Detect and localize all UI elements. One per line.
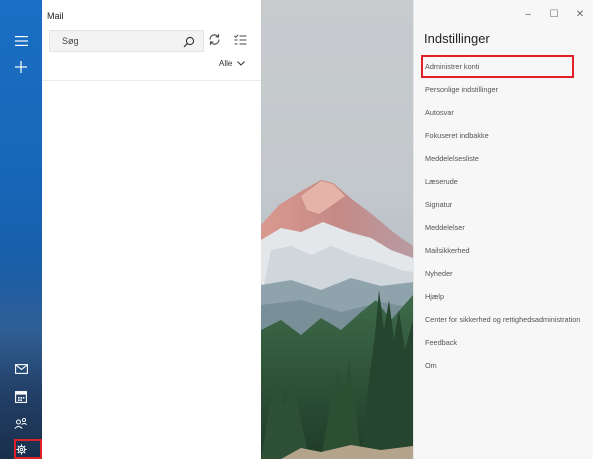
settings-item-about[interactable]: Om [414, 354, 593, 377]
search-icon[interactable] [183, 35, 195, 53]
new-mail-icon[interactable] [0, 54, 42, 80]
settings-item-notifications[interactable]: Meddelelser [414, 216, 593, 239]
settings-item-signature[interactable]: Signatur [414, 193, 593, 216]
settings-item-focused-inbox[interactable]: Fokuseret indbakke [414, 124, 593, 147]
chevron-down-icon [237, 59, 246, 68]
nav-rail [0, 0, 42, 459]
settings-item-feedback[interactable]: Feedback [414, 331, 593, 354]
calendar-icon[interactable] [0, 384, 42, 410]
settings-item-trust-center[interactable]: Center for sikkerhed og rettighedsadmini… [414, 308, 593, 331]
settings-title: Indstillinger [424, 31, 490, 46]
mail-list-pane: Mail Søg Alle [42, 0, 261, 459]
background-image [261, 0, 413, 459]
window-controls: – ☐ ✕ [515, 6, 593, 22]
settings-item-mail-security[interactable]: Mailsikkerhed [414, 239, 593, 262]
mail-icon[interactable] [0, 356, 42, 382]
filter-label: Alle [219, 59, 233, 68]
settings-highlight-box [14, 439, 42, 459]
people-icon[interactable] [0, 410, 42, 436]
settings-pane: – ☐ ✕ Indstillinger Administrer konti Pe… [413, 0, 593, 459]
sync-icon[interactable] [208, 33, 221, 51]
minimize-button[interactable]: – [515, 6, 541, 22]
settings-item-automatic-replies[interactable]: Autosvar [414, 101, 593, 124]
settings-list: Administrer konti Personlige indstilling… [414, 55, 593, 377]
settings-item-help[interactable]: Hjælp [414, 285, 593, 308]
search-input[interactable]: Søg [62, 36, 79, 46]
filter-dropdown[interactable]: Alle [219, 59, 246, 68]
settings-item-whats-new[interactable]: Nyheder [414, 262, 593, 285]
app-title: Mail [47, 11, 64, 21]
search-box[interactable]: Søg [49, 30, 204, 52]
manage-accounts-highlight-box [421, 55, 574, 78]
hamburger-menu-icon[interactable] [0, 28, 42, 54]
list-divider [42, 80, 261, 81]
settings-item-message-list[interactable]: Meddelelsesliste [414, 147, 593, 170]
settings-item-reading-pane[interactable]: Læserude [414, 170, 593, 193]
selection-mode-icon[interactable] [234, 33, 247, 51]
settings-item-personalization[interactable]: Personlige indstillinger [414, 78, 593, 101]
maximize-button[interactable]: ☐ [541, 6, 567, 22]
close-button[interactable]: ✕ [567, 6, 593, 22]
